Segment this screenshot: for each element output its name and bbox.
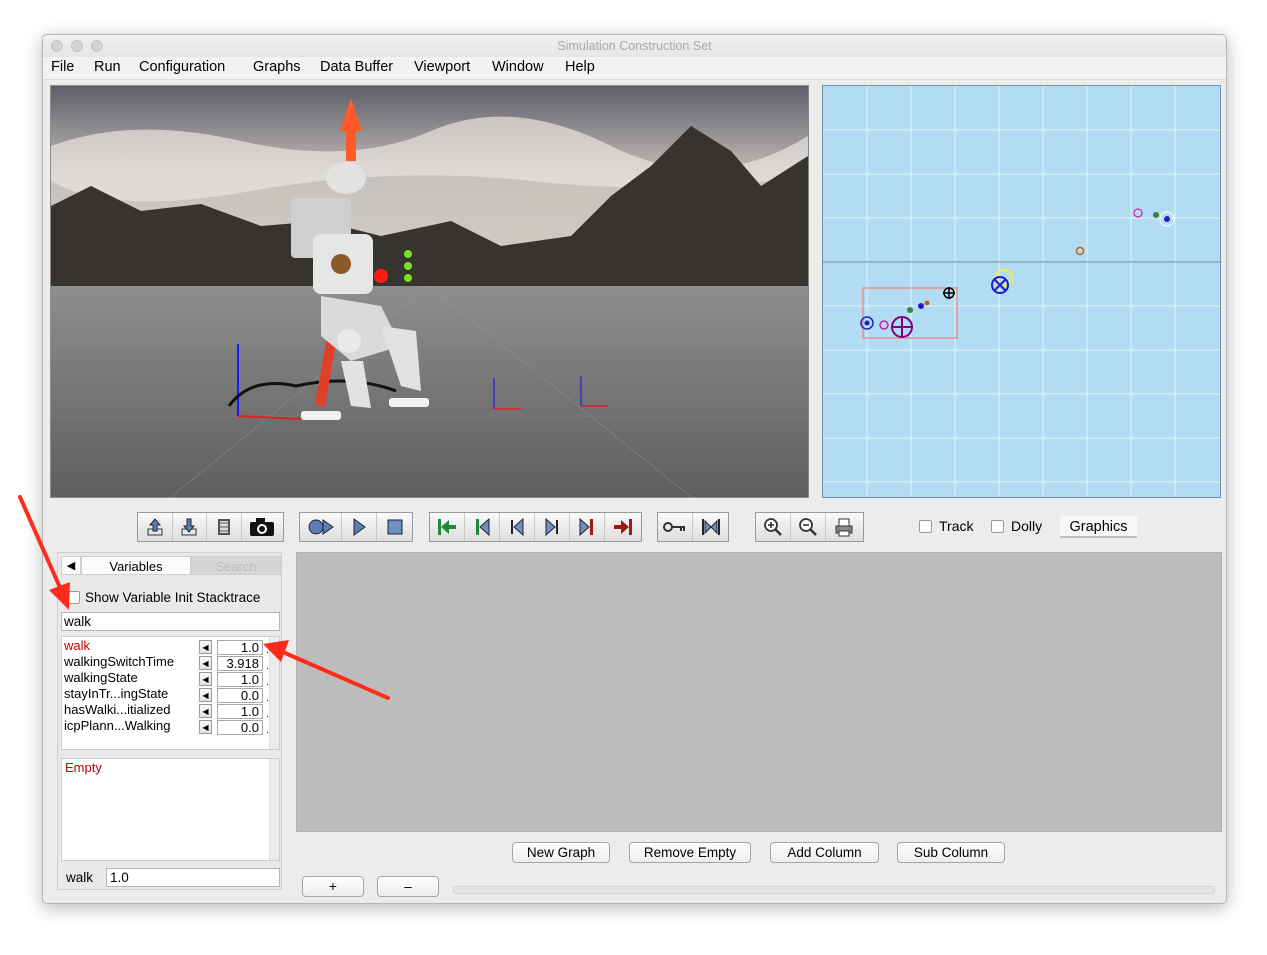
film-icon[interactable] — [207, 513, 242, 541]
window-title: Simulation Construction Set — [557, 39, 712, 53]
track-checkbox[interactable] — [919, 520, 932, 533]
add-graph-row-button[interactable]: + — [302, 876, 364, 897]
dolly-label: Dolly — [1011, 518, 1043, 534]
export-icon[interactable] — [138, 513, 173, 541]
step-to-out-point-icon[interactable] — [570, 513, 605, 541]
toolbar-key-group — [657, 512, 729, 542]
variable-name: walk — [64, 638, 91, 653]
graph-area[interactable] — [296, 552, 1222, 832]
list-item[interactable]: walk ◀ 1.0 . — [62, 638, 272, 656]
step-forward-icon[interactable] — [535, 513, 570, 541]
toolbar-export-group — [137, 512, 284, 542]
camera-icon[interactable] — [242, 513, 283, 541]
decrement-arrow-icon[interactable]: ◀ — [199, 688, 212, 702]
dolly-checkbox[interactable] — [991, 520, 1004, 533]
variable-value-field[interactable]: 0.0 — [217, 688, 263, 703]
variable-search-input[interactable] — [61, 612, 280, 631]
list-item[interactable]: hasWalki...itialized ◀ 1.0 . — [62, 702, 272, 720]
menu-help[interactable]: Help — [565, 59, 595, 75]
variable-value-field[interactable]: 1.0 — [217, 704, 263, 719]
variable-name: hasWalki...itialized — [64, 702, 171, 717]
graphics-tab[interactable]: Graphics — [1060, 516, 1137, 538]
simulate-icon[interactable] — [300, 513, 342, 541]
add-column-button[interactable]: Add Column — [770, 842, 879, 863]
menu-configuration[interactable]: Configuration — [139, 59, 225, 75]
tab-variables[interactable]: Variables — [81, 556, 191, 575]
stacktrace-box: Empty — [61, 758, 280, 861]
plot-background — [823, 86, 1220, 497]
menu-graphs[interactable]: Graphs — [253, 59, 301, 75]
menu-run[interactable]: Run — [94, 59, 121, 75]
remove-graph-row-button[interactable]: – — [377, 876, 439, 897]
overhead-plot[interactable] — [822, 85, 1221, 498]
toolbar-navigation-group — [429, 512, 642, 542]
decrement-arrow-icon[interactable]: ◀ — [199, 640, 212, 654]
variable-name: walkingSwitchTime — [64, 654, 175, 669]
menu-data-buffer[interactable]: Data Buffer — [320, 59, 393, 75]
goto-in-point-icon[interactable] — [430, 513, 465, 541]
toolbar-zoom-group — [755, 512, 864, 542]
menu-window[interactable]: Window — [492, 59, 544, 75]
main-window: Simulation Construction Set File Run Con… — [42, 34, 1227, 904]
variables-tabbar: ◀ Variables Search — [59, 556, 283, 576]
selected-variable-name: walk — [66, 870, 94, 885]
menu-viewport[interactable]: Viewport — [414, 59, 470, 75]
list-item[interactable]: stayInTr...ingState ◀ 0.0 . — [62, 686, 272, 704]
step-backward-icon[interactable] — [500, 513, 535, 541]
graph-horizontal-scrollbar[interactable] — [453, 886, 1215, 894]
collapse-left-icon[interactable]: ◀ — [61, 556, 81, 575]
variable-name: walkingState — [64, 670, 138, 685]
track-label: Track — [939, 518, 974, 534]
empty-text: Empty — [65, 760, 102, 775]
list-item[interactable]: walkingSwitchTime ◀ 3.918 . — [62, 654, 272, 672]
menu-bar: File Run Configuration Graphs Data Buffe… — [43, 57, 1226, 80]
selected-variable-value-input[interactable] — [106, 868, 280, 887]
variable-name: icpPlann...Walking — [64, 718, 171, 733]
variable-value-field[interactable]: 3.918 — [217, 656, 263, 671]
key-icon[interactable] — [658, 513, 693, 541]
menu-file[interactable]: File — [51, 59, 74, 75]
decrement-arrow-icon[interactable]: ◀ — [199, 704, 212, 718]
decrement-arrow-icon[interactable]: ◀ — [199, 656, 212, 670]
list-item[interactable]: walkingState ◀ 1.0 . — [62, 670, 272, 688]
tab-search[interactable]: Search — [191, 556, 281, 575]
variable-list: walk ◀ 1.0 . walkingSwitchTime ◀ 3.918 .… — [61, 636, 280, 750]
toolbar-playback-group — [299, 512, 413, 542]
decrement-arrow-icon[interactable]: ◀ — [199, 720, 212, 734]
new-graph-button[interactable]: New Graph — [512, 842, 610, 863]
step-to-in-point-icon[interactable] — [465, 513, 500, 541]
remove-empty-button[interactable]: Remove Empty — [629, 842, 751, 863]
variable-value-field[interactable]: 1.0 — [217, 672, 263, 687]
variable-value-field[interactable]: 0.0 — [217, 720, 263, 735]
print-icon[interactable] — [826, 513, 861, 541]
stacktrace-checkbox[interactable] — [67, 591, 80, 604]
ground-plane — [51, 286, 808, 497]
variables-panel: ◀ Variables Search Show Variable Init St… — [57, 552, 282, 890]
stacktrace-scrollbar[interactable] — [269, 759, 279, 860]
zoom-out-icon[interactable] — [791, 513, 826, 541]
stop-icon[interactable] — [377, 513, 412, 541]
variable-name: stayInTr...ingState — [64, 686, 169, 701]
goto-out-point-icon[interactable] — [605, 513, 640, 541]
variable-value-field[interactable]: 1.0 — [217, 640, 263, 655]
list-item[interactable]: icpPlann...Walking ◀ 0.0 . — [62, 718, 272, 736]
sub-column-button[interactable]: Sub Column — [897, 842, 1005, 863]
play-icon[interactable] — [342, 513, 377, 541]
import-icon[interactable] — [173, 513, 208, 541]
stacktrace-label: Show Variable Init Stacktrace — [85, 590, 261, 605]
decrement-arrow-icon[interactable]: ◀ — [199, 672, 212, 686]
title-bar: Simulation Construction Set — [43, 35, 1226, 58]
zoom-in-icon[interactable] — [756, 513, 791, 541]
key-jump-icon[interactable] — [693, 513, 728, 541]
variable-list-scrollbar[interactable] — [269, 637, 279, 749]
3d-viewport[interactable] — [50, 85, 809, 498]
